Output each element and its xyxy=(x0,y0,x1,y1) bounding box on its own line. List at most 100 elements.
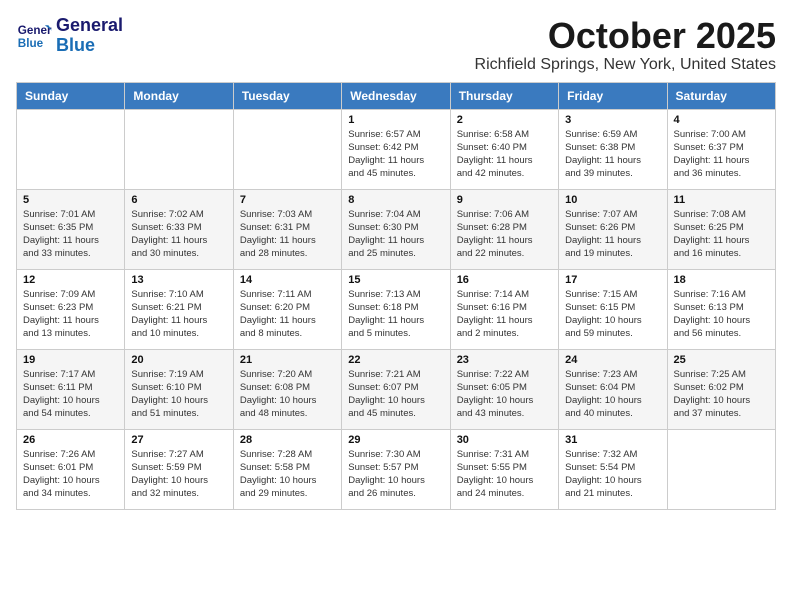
day-info: Sunrise: 7:26 AM Sunset: 6:01 PM Dayligh… xyxy=(23,448,118,501)
day-number: 20 xyxy=(131,354,226,366)
calendar-cell: 21 Sunrise: 7:20 AM Sunset: 6:08 PM Dayli… xyxy=(233,349,341,429)
day-info: Sunrise: 7:17 AM Sunset: 6:11 PM Dayligh… xyxy=(23,368,118,421)
calendar-cell: 16 Sunrise: 7:14 AM Sunset: 6:16 PM Dayli… xyxy=(450,269,558,349)
day-number: 4 xyxy=(674,114,769,126)
day-info: Sunrise: 7:00 AM Sunset: 6:37 PM Dayligh… xyxy=(674,128,769,181)
day-info: Sunrise: 7:07 AM Sunset: 6:26 PM Dayligh… xyxy=(565,208,660,261)
page-header: General Blue General Blue October 2025 R… xyxy=(16,16,776,74)
week-row-4: 19 Sunrise: 7:17 AM Sunset: 6:11 PM Dayli… xyxy=(17,349,776,429)
week-row-5: 26 Sunrise: 7:26 AM Sunset: 6:01 PM Dayli… xyxy=(17,429,776,509)
day-info: Sunrise: 6:58 AM Sunset: 6:40 PM Dayligh… xyxy=(457,128,552,181)
day-info: Sunrise: 7:28 AM Sunset: 5:58 PM Dayligh… xyxy=(240,448,335,501)
calendar-cell: 1Sunrise: 6:57 AM Sunset: 6:42 PM Daylig… xyxy=(342,109,450,189)
day-info: Sunrise: 7:02 AM Sunset: 6:33 PM Dayligh… xyxy=(131,208,226,261)
weekday-header-saturday: Saturday xyxy=(667,82,775,109)
day-info: Sunrise: 7:14 AM Sunset: 6:16 PM Dayligh… xyxy=(457,288,552,341)
day-info: Sunrise: 7:21 AM Sunset: 6:07 PM Dayligh… xyxy=(348,368,443,421)
day-number: 24 xyxy=(565,354,660,366)
day-info: Sunrise: 7:16 AM Sunset: 6:13 PM Dayligh… xyxy=(674,288,769,341)
calendar-cell: 27Sunrise: 7:27 AM Sunset: 5:59 PM Dayli… xyxy=(125,429,233,509)
day-info: Sunrise: 7:10 AM Sunset: 6:21 PM Dayligh… xyxy=(131,288,226,341)
calendar-cell: 31Sunrise: 7:32 AM Sunset: 5:54 PM Dayli… xyxy=(559,429,667,509)
svg-text:Blue: Blue xyxy=(18,37,44,50)
calendar-cell: 6 Sunrise: 7:02 AM Sunset: 6:33 PM Daylig… xyxy=(125,189,233,269)
day-number: 3 xyxy=(565,114,660,126)
weekday-header-row: SundayMondayTuesdayWednesdayThursdayFrid… xyxy=(17,82,776,109)
day-info: Sunrise: 7:32 AM Sunset: 5:54 PM Dayligh… xyxy=(565,448,660,501)
day-number: 15 xyxy=(348,274,443,286)
day-info: Sunrise: 7:22 AM Sunset: 6:05 PM Dayligh… xyxy=(457,368,552,421)
day-number: 19 xyxy=(23,354,118,366)
day-number: 2 xyxy=(457,114,552,126)
day-info: Sunrise: 6:59 AM Sunset: 6:38 PM Dayligh… xyxy=(565,128,660,181)
day-info: Sunrise: 7:27 AM Sunset: 5:59 PM Dayligh… xyxy=(131,448,226,501)
title-area: October 2025 Richfield Springs, New York… xyxy=(475,16,776,74)
week-row-3: 12 Sunrise: 7:09 AM Sunset: 6:23 PM Dayli… xyxy=(17,269,776,349)
day-number: 28 xyxy=(240,434,335,446)
day-number: 14 xyxy=(240,274,335,286)
day-info: Sunrise: 7:23 AM Sunset: 6:04 PM Dayligh… xyxy=(565,368,660,421)
weekday-header-thursday: Thursday xyxy=(450,82,558,109)
calendar-cell: 20 Sunrise: 7:19 AM Sunset: 6:10 PM Dayli… xyxy=(125,349,233,429)
day-number: 18 xyxy=(674,274,769,286)
calendar-cell: 10 Sunrise: 7:07 AM Sunset: 6:26 PM Dayli… xyxy=(559,189,667,269)
calendar-cell: 29Sunrise: 7:30 AM Sunset: 5:57 PM Dayli… xyxy=(342,429,450,509)
calendar-cell: 12 Sunrise: 7:09 AM Sunset: 6:23 PM Dayli… xyxy=(17,269,125,349)
day-number: 12 xyxy=(23,274,118,286)
calendar-cell: 18 Sunrise: 7:16 AM Sunset: 6:13 PM Dayli… xyxy=(667,269,775,349)
day-info: Sunrise: 7:06 AM Sunset: 6:28 PM Dayligh… xyxy=(457,208,552,261)
day-info: Sunrise: 7:13 AM Sunset: 6:18 PM Dayligh… xyxy=(348,288,443,341)
calendar-cell: 24 Sunrise: 7:23 AM Sunset: 6:04 PM Dayli… xyxy=(559,349,667,429)
calendar-cell: 14Sunrise: 7:11 AM Sunset: 6:20 PM Dayli… xyxy=(233,269,341,349)
weekday-header-tuesday: Tuesday xyxy=(233,82,341,109)
calendar-cell: 15 Sunrise: 7:13 AM Sunset: 6:18 PM Dayli… xyxy=(342,269,450,349)
day-number: 21 xyxy=(240,354,335,366)
logo-text-blue: Blue xyxy=(56,36,123,56)
month-title: October 2025 xyxy=(475,16,776,56)
day-number: 11 xyxy=(674,194,769,206)
calendar-cell xyxy=(17,109,125,189)
calendar-cell xyxy=(125,109,233,189)
calendar-cell: 11 Sunrise: 7:08 AM Sunset: 6:25 PM Dayli… xyxy=(667,189,775,269)
calendar-cell: 23 Sunrise: 7:22 AM Sunset: 6:05 PM Dayli… xyxy=(450,349,558,429)
day-number: 10 xyxy=(565,194,660,206)
calendar-cell: 2 Sunrise: 6:58 AM Sunset: 6:40 PM Daylig… xyxy=(450,109,558,189)
weekday-header-sunday: Sunday xyxy=(17,82,125,109)
day-info: Sunrise: 7:31 AM Sunset: 5:55 PM Dayligh… xyxy=(457,448,552,501)
location-title: Richfield Springs, New York, United Stat… xyxy=(475,56,776,74)
calendar-cell: 19 Sunrise: 7:17 AM Sunset: 6:11 PM Dayli… xyxy=(17,349,125,429)
day-info: Sunrise: 7:19 AM Sunset: 6:10 PM Dayligh… xyxy=(131,368,226,421)
day-number: 16 xyxy=(457,274,552,286)
weekday-header-monday: Monday xyxy=(125,82,233,109)
calendar-cell: 7Sunrise: 7:03 AM Sunset: 6:31 PM Daylig… xyxy=(233,189,341,269)
calendar-cell: 13 Sunrise: 7:10 AM Sunset: 6:21 PM Dayli… xyxy=(125,269,233,349)
calendar-cell: 26 Sunrise: 7:26 AM Sunset: 6:01 PM Dayli… xyxy=(17,429,125,509)
logo-icon: General Blue xyxy=(16,18,52,54)
calendar-cell: 28 Sunrise: 7:28 AM Sunset: 5:58 PM Dayli… xyxy=(233,429,341,509)
day-info: Sunrise: 7:01 AM Sunset: 6:35 PM Dayligh… xyxy=(23,208,118,261)
calendar-table: SundayMondayTuesdayWednesdayThursdayFrid… xyxy=(16,82,776,510)
day-number: 26 xyxy=(23,434,118,446)
weekday-header-friday: Friday xyxy=(559,82,667,109)
day-number: 13 xyxy=(131,274,226,286)
day-number: 5 xyxy=(23,194,118,206)
calendar-cell: 9 Sunrise: 7:06 AM Sunset: 6:28 PM Daylig… xyxy=(450,189,558,269)
calendar-cell: 17 Sunrise: 7:15 AM Sunset: 6:15 PM Dayli… xyxy=(559,269,667,349)
day-info: Sunrise: 7:04 AM Sunset: 6:30 PM Dayligh… xyxy=(348,208,443,261)
day-number: 1 xyxy=(348,114,443,126)
day-info: Sunrise: 7:25 AM Sunset: 6:02 PM Dayligh… xyxy=(674,368,769,421)
day-number: 9 xyxy=(457,194,552,206)
day-info: Sunrise: 7:09 AM Sunset: 6:23 PM Dayligh… xyxy=(23,288,118,341)
day-info: Sunrise: 7:08 AM Sunset: 6:25 PM Dayligh… xyxy=(674,208,769,261)
day-number: 25 xyxy=(674,354,769,366)
week-row-2: 5 Sunrise: 7:01 AM Sunset: 6:35 PM Daylig… xyxy=(17,189,776,269)
day-number: 17 xyxy=(565,274,660,286)
day-number: 23 xyxy=(457,354,552,366)
day-info: Sunrise: 7:20 AM Sunset: 6:08 PM Dayligh… xyxy=(240,368,335,421)
day-info: Sunrise: 7:15 AM Sunset: 6:15 PM Dayligh… xyxy=(565,288,660,341)
day-number: 6 xyxy=(131,194,226,206)
day-info: Sunrise: 7:30 AM Sunset: 5:57 PM Dayligh… xyxy=(348,448,443,501)
day-number: 8 xyxy=(348,194,443,206)
calendar-cell: 4 Sunrise: 7:00 AM Sunset: 6:37 PM Daylig… xyxy=(667,109,775,189)
day-number: 7 xyxy=(240,194,335,206)
